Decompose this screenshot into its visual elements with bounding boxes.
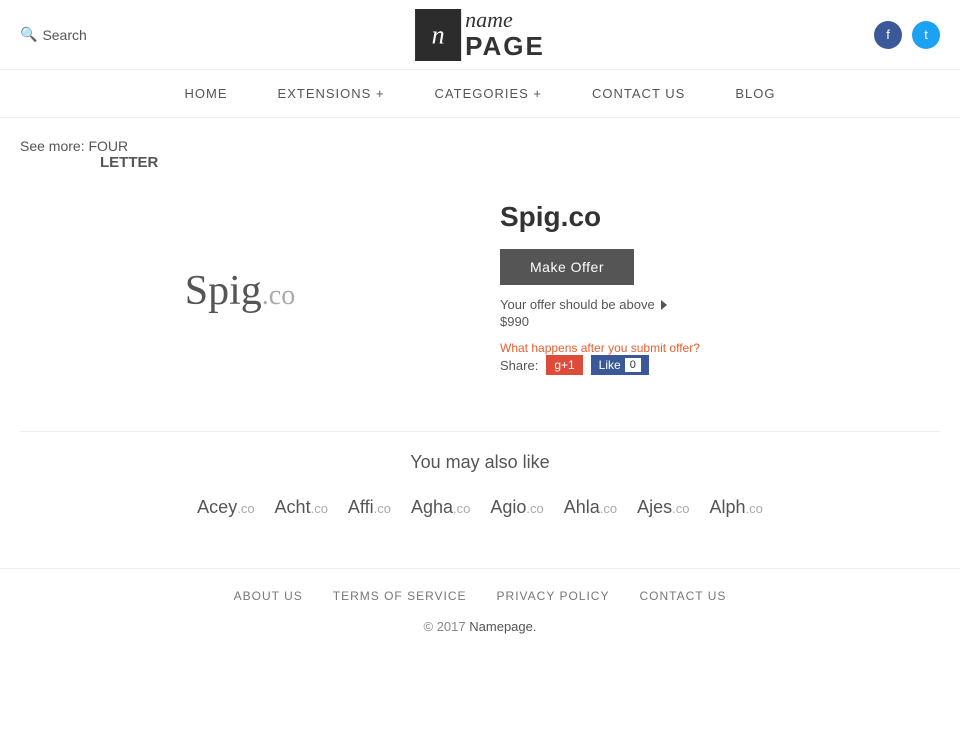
product-info: Spig.co Make Offer Your offer should be … <box>500 191 940 375</box>
domain-name: Ajes <box>637 497 672 517</box>
make-offer-button[interactable]: Make Offer <box>500 249 634 285</box>
domain-name: Affi <box>348 497 374 517</box>
domain-item[interactable]: Affi.co <box>348 497 391 518</box>
domain-name: Alph <box>709 497 745 517</box>
social-links: f t <box>874 21 940 49</box>
search-label: Search <box>42 27 86 43</box>
see-more-value2: LETTER <box>100 154 940 171</box>
product-logo-display: Spig.co <box>20 191 460 391</box>
domain-ext: .co <box>311 501 328 516</box>
fb-like-label: Like <box>599 358 621 372</box>
see-more-section: See more: FOUR LETTER <box>20 138 940 171</box>
nav-item-extensions[interactable]: EXTENSIONS + <box>273 71 390 116</box>
offer-hint-arrow-icon <box>661 300 667 310</box>
product-area: Spig.co Spig.co Make Offer Your offer sh… <box>20 191 940 391</box>
logo-page-text: PAGE <box>465 32 545 61</box>
also-like-grid: Acey.coAcht.coAffi.coAgha.coAgio.coAhla.… <box>20 497 940 518</box>
main-content: See more: FOUR LETTER Spig.co Spig.co Ma… <box>0 118 960 568</box>
domain-name: Acey <box>197 497 237 517</box>
offer-amount: $990 <box>500 314 940 329</box>
facebook-icon: f <box>886 27 890 42</box>
footer-link-contact[interactable]: CONTACT US <box>639 589 726 603</box>
offer-hint-text: Your offer should be above <box>500 297 655 312</box>
domain-item[interactable]: Ahla.co <box>564 497 617 518</box>
twitter-link[interactable]: t <box>912 21 940 49</box>
copyright-year: © 2017 <box>424 619 466 634</box>
footer-link-privacy[interactable]: PRIVACY POLICY <box>497 589 610 603</box>
gplus-label: g+1 <box>554 358 574 372</box>
product-logo-ext: .co <box>262 280 295 311</box>
header: 🔍 Search n name PAGE f t <box>0 0 960 70</box>
nav-item-blog[interactable]: BLOG <box>730 71 780 116</box>
logo-name-text: name <box>465 8 545 32</box>
domain-name: Acht <box>275 497 311 517</box>
logo-icon: n <box>415 9 461 61</box>
see-more-value1-text: FOUR <box>88 138 128 154</box>
domain-item[interactable]: Agio.co <box>490 497 543 518</box>
see-more-prefix: See more: <box>20 138 85 154</box>
domain-ext: .co <box>745 501 762 516</box>
domain-name: Agha <box>411 497 453 517</box>
google-plus-button[interactable]: g+1 <box>546 355 582 375</box>
domain-item[interactable]: Ajes.co <box>637 497 689 518</box>
domain-ext: .co <box>672 501 689 516</box>
also-like-section: You may also like Acey.coAcht.coAffi.coA… <box>20 431 940 548</box>
product-title: Spig.co <box>500 201 940 233</box>
footer-link-about[interactable]: ABOUT US <box>234 589 303 603</box>
domain-ext: .co <box>600 501 617 516</box>
search-icon: 🔍 <box>20 26 37 43</box>
product-logo-name: Spig <box>185 268 262 314</box>
domain-item[interactable]: Agha.co <box>411 497 470 518</box>
facebook-like-button[interactable]: Like 0 <box>591 355 649 375</box>
main-nav: HOME EXTENSIONS + CATEGORIES + CONTACT U… <box>0 70 960 118</box>
nav-item-contact[interactable]: CONTACT US <box>587 71 690 116</box>
logo-text: name PAGE <box>465 8 545 61</box>
footer-copyright: © 2017 Namepage. <box>0 619 960 634</box>
logo[interactable]: n name PAGE <box>415 8 545 61</box>
domain-item[interactable]: Acey.co <box>197 497 254 518</box>
also-like-title: You may also like <box>20 452 940 473</box>
fb-like-count: 0 <box>625 358 641 372</box>
domain-name: Agio <box>490 497 526 517</box>
footer-brand[interactable]: Namepage. <box>469 619 536 634</box>
facebook-link[interactable]: f <box>874 21 902 49</box>
footer: ABOUT US TERMS OF SERVICE PRIVACY POLICY… <box>0 568 960 644</box>
footer-links: ABOUT US TERMS OF SERVICE PRIVACY POLICY… <box>0 589 960 603</box>
domain-ext: .co <box>237 501 254 516</box>
twitter-icon: t <box>924 27 928 42</box>
domain-item[interactable]: Acht.co <box>275 497 328 518</box>
domain-item[interactable]: Alph.co <box>709 497 762 518</box>
domain-ext: .co <box>453 501 470 516</box>
share-label: Share: <box>500 358 538 373</box>
search-area[interactable]: 🔍 Search <box>20 26 87 43</box>
domain-ext: .co <box>374 501 391 516</box>
nav-item-home[interactable]: HOME <box>180 71 233 116</box>
nav-item-categories[interactable]: CATEGORIES + <box>430 71 547 116</box>
svg-text:n: n <box>432 20 445 49</box>
product-logo-graphic: Spig.co <box>185 267 295 315</box>
domain-ext: .co <box>526 501 543 516</box>
footer-link-terms[interactable]: TERMS OF SERVICE <box>333 589 467 603</box>
offer-hint-row: Your offer should be above <box>500 297 940 312</box>
domain-name: Ahla <box>564 497 600 517</box>
share-row: Share: g+1 Like 0 <box>500 355 940 375</box>
what-happens-link[interactable]: What happens after you submit offer? <box>500 341 700 355</box>
